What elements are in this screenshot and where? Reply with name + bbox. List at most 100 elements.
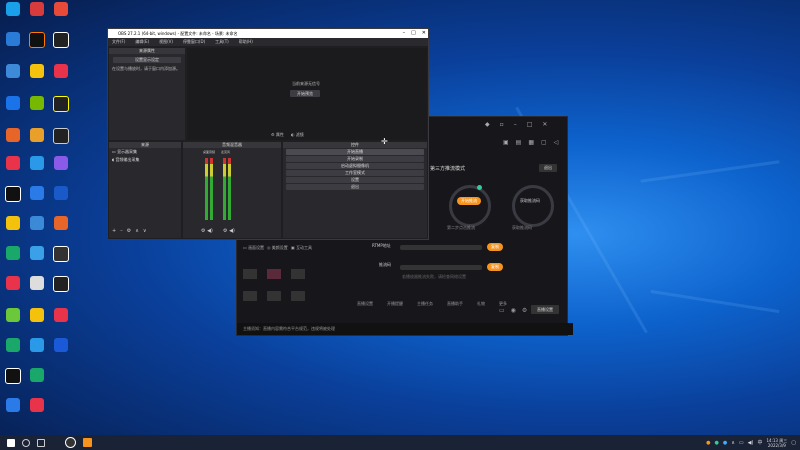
desktop-icon[interactable] [26, 2, 48, 16]
close-icon[interactable]: ✕ [422, 29, 426, 38]
remove-icon[interactable]: – [120, 228, 123, 234]
desktop-icon[interactable] [50, 276, 72, 292]
desktop-icon[interactable] [50, 156, 72, 170]
gear-icon[interactable]: ⚙ [201, 228, 205, 234]
share-icon[interactable]: ◁ [554, 139, 559, 146]
chevron-up-icon[interactable]: ∧ [731, 440, 735, 446]
tray-app-icon[interactable]: ● [714, 440, 718, 446]
ime-icon[interactable]: 中 [757, 439, 762, 446]
toolbar-item[interactable]: 礼物 [477, 301, 485, 307]
search-icon[interactable] [22, 438, 30, 447]
grid-item[interactable] [243, 269, 257, 279]
copy-rtmp-button[interactable]: 复制 [487, 243, 503, 251]
grid-item[interactable] [267, 269, 281, 279]
desktop-icon[interactable] [26, 64, 48, 78]
chat-icon[interactable]: ▢ [541, 139, 547, 146]
up-icon[interactable]: ∧ [135, 228, 139, 234]
tray-app-icon[interactable]: ● [706, 440, 710, 446]
network-icon[interactable]: ▭ [739, 440, 744, 446]
desktop-icon[interactable] [26, 216, 48, 230]
pin-icon[interactable]: ▫ [500, 121, 504, 128]
toolbar-item[interactable]: 直播助手 [447, 301, 463, 307]
filters-button[interactable]: ◐ 滤镜 [291, 132, 304, 138]
exit-button[interactable]: 退出 [286, 184, 424, 190]
toolbar-item[interactable]: 主播任务 [417, 301, 433, 307]
close-icon[interactable]: ✕ [542, 121, 547, 128]
minimize-icon[interactable]: – [514, 121, 517, 128]
desktop-icon[interactable] [2, 246, 24, 260]
get-code-button[interactable]: 获取推流码 [518, 197, 542, 205]
start-stream-button[interactable]: 开始推流 [457, 197, 481, 205]
settings-button[interactable]: 设置 [286, 177, 424, 183]
minimize-icon[interactable]: – [403, 29, 406, 38]
desktop-icon[interactable] [50, 96, 72, 112]
desktop-icon[interactable] [50, 216, 72, 230]
desktop-icon[interactable] [50, 186, 72, 200]
desktop-icon[interactable] [2, 96, 24, 110]
menu-dock[interactable]: 停靠窗口(D) [183, 38, 205, 46]
studio-mode-button[interactable]: 工作室模式 [286, 170, 424, 176]
start-recording-button[interactable]: 开始录制 [286, 156, 424, 162]
desktop-icon[interactable] [26, 398, 48, 412]
down-icon[interactable]: ∨ [143, 228, 147, 234]
desktop-icon[interactable] [2, 186, 24, 202]
desktop-icon[interactable] [50, 2, 72, 16]
desktop-icon[interactable] [26, 156, 48, 170]
desktop-icon[interactable] [26, 338, 48, 352]
desktop-icon[interactable] [2, 216, 24, 230]
windows-start-icon[interactable] [7, 438, 15, 447]
settings-icon[interactable]: ⚙ [522, 307, 527, 314]
desktop-icon[interactable] [2, 2, 24, 16]
menu-help[interactable]: 帮助(H) [239, 38, 253, 46]
desktop-icon[interactable] [2, 308, 24, 322]
add-icon[interactable]: + [112, 228, 116, 234]
source-settings-button[interactable]: 设置显示设定 [113, 57, 181, 63]
tray-app-icon[interactable]: ● [723, 440, 727, 446]
rtmp-field[interactable] [400, 245, 482, 250]
mic-icon[interactable]: ◉ [511, 307, 516, 314]
desktop-icon[interactable] [50, 338, 72, 352]
desktop-icon[interactable] [26, 368, 48, 382]
grid-item[interactable] [267, 291, 281, 301]
menu-edit[interactable]: 编辑(E) [135, 38, 149, 46]
grid-item[interactable]: ◎ 美颜设置 [267, 245, 288, 251]
copy-code-button[interactable]: 复制 [487, 263, 503, 271]
desktop-icon[interactable] [26, 186, 48, 200]
desktop-icon[interactable] [2, 276, 24, 290]
gear-icon[interactable]: ⚙ [127, 228, 131, 234]
grid-item[interactable] [243, 291, 257, 301]
grid-icon[interactable]: ▦ [528, 139, 534, 146]
live-settings-button[interactable]: 直播设置 [531, 305, 559, 314]
desktop-icon[interactable] [50, 128, 72, 144]
menu-tools[interactable]: 工具(T) [215, 38, 229, 46]
desktop-icon[interactable] [2, 64, 24, 78]
desktop-icon[interactable] [50, 64, 72, 78]
desktop-icon[interactable] [2, 32, 24, 46]
virtual-camera-button[interactable]: 启动虚拟摄像机 [286, 163, 424, 169]
desktop-icon[interactable] [2, 338, 24, 352]
desktop-icon[interactable] [50, 246, 72, 262]
menu-file[interactable]: 文件(F) [112, 38, 125, 46]
desktop-icon[interactable] [2, 128, 24, 142]
bag-icon[interactable]: ▤ [516, 139, 522, 146]
grid-item[interactable] [291, 269, 305, 279]
grid-item[interactable] [291, 291, 305, 301]
properties-button[interactable]: ⚙ 属性 [271, 132, 284, 138]
start-preview-button[interactable]: 开始预览 [290, 90, 320, 97]
toolbar-item[interactable]: 直播设置 [357, 301, 373, 307]
grid-item[interactable]: ▣ 互动工具 [291, 245, 312, 251]
grid-item[interactable]: ▭ 画面设置 [243, 245, 264, 251]
volume-icon[interactable]: ◀) [229, 228, 235, 234]
desktop-icon[interactable] [26, 308, 48, 322]
start-streaming-button[interactable]: 开始直播 [286, 149, 424, 155]
code-field[interactable] [400, 265, 482, 270]
menu-view[interactable]: 视图(V) [159, 38, 173, 46]
desktop-icon[interactable] [50, 308, 72, 322]
desktop-icon[interactable] [2, 368, 24, 384]
desktop-icon[interactable] [50, 32, 72, 48]
exit-mode-button[interactable]: 退出 [539, 164, 557, 172]
calendar-icon[interactable]: ▣ [503, 139, 509, 146]
gear-icon[interactable]: ⚙ [223, 228, 227, 234]
obs-taskbar-icon[interactable] [65, 437, 76, 448]
preview-area[interactable]: 当前来源无信号 开始预览 ⚙ 属性 ◐ 滤镜 [187, 48, 427, 140]
